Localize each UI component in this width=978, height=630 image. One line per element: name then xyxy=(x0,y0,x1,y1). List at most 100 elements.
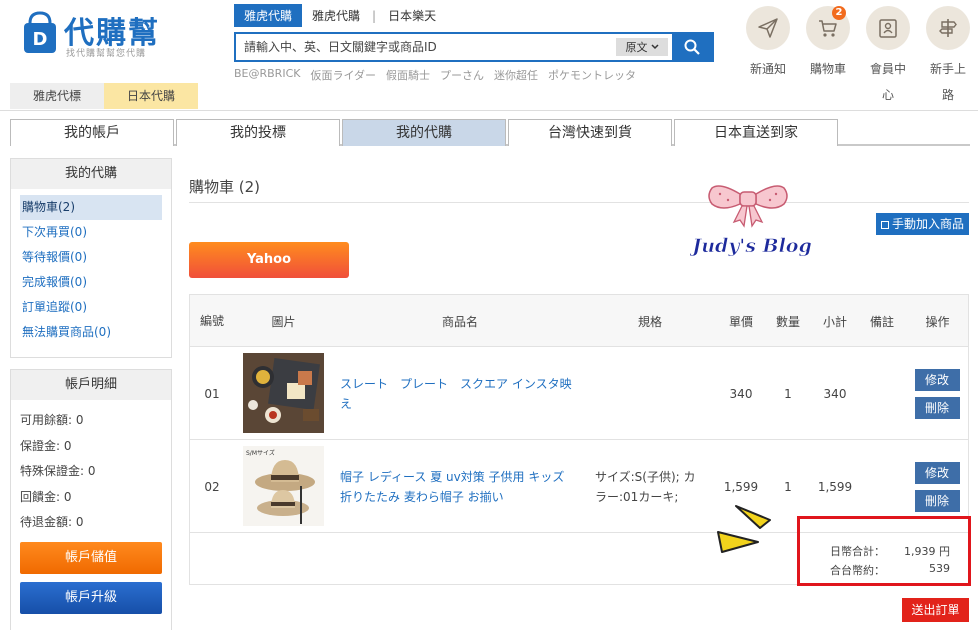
account-special-deposit: 特殊保證金: 0 xyxy=(20,464,96,478)
col-header-number: 編號 xyxy=(199,314,224,328)
tab-my-proxy[interactable]: 我的代購 xyxy=(342,119,506,146)
col-header-image: 圖片 xyxy=(271,314,296,329)
site-tab-japan-proxy[interactable]: 日本代購 xyxy=(104,83,198,109)
signpost-icon xyxy=(939,19,957,37)
search-input[interactable] xyxy=(236,34,616,60)
hot-tag[interactable]: BE@RBRICK xyxy=(234,67,300,83)
sidebar-item-quoted[interactable]: 完成報價(0) xyxy=(20,270,162,295)
highlight-spark-marks xyxy=(717,505,771,553)
site-logo[interactable]: D 代購幫 找代購幫幫您代購 xyxy=(22,8,172,60)
quantity: 1 xyxy=(784,386,792,401)
account-rebate: 回饋金: 0 xyxy=(20,489,72,504)
hot-tag[interactable]: 仮面ライダー xyxy=(310,67,376,83)
product-spec xyxy=(595,347,707,440)
svg-text:D: D xyxy=(33,29,48,50)
search-button[interactable] xyxy=(672,34,712,60)
account-buttons: 帳戶儲值 帳戶升級 xyxy=(11,541,171,614)
hot-search-tags: BE@RBRICK 仮面ライダー 假面騎士 プーさん 迷你超任 ポケモントレッタ xyxy=(234,67,636,83)
upgrade-account-button[interactable]: 帳戶升級 xyxy=(20,581,162,614)
hot-tag[interactable]: ポケモントレッタ xyxy=(548,67,636,83)
product-name-link[interactable]: スレート プレート スクエア インスタ映え xyxy=(340,374,580,414)
notifications-link[interactable]: 新通知 xyxy=(738,6,798,108)
delete-button[interactable]: 刪除 xyxy=(914,489,960,512)
chevron-down-icon xyxy=(650,44,659,50)
account-pending-refund: 待退金額: 0 xyxy=(20,515,84,529)
col-header-subtotal: 小計 xyxy=(822,314,847,329)
member-circle xyxy=(866,6,910,50)
search-tab-separator: | xyxy=(372,8,377,23)
tab-taiwan-fast[interactable]: 台灣快速到貨 xyxy=(508,119,672,146)
member-center-label: 會員中心 xyxy=(869,62,906,102)
row-number: 02 xyxy=(204,479,220,494)
deposit-button[interactable]: 帳戶儲值 xyxy=(20,541,162,574)
store-tab-yahoo[interactable]: Yahoo xyxy=(189,242,349,278)
tab-my-bids[interactable]: 我的投標 xyxy=(176,119,340,146)
notifications-label: 新通知 xyxy=(749,62,786,76)
guide-circle xyxy=(926,6,970,50)
search-tab-rakuten[interactable]: 日本樂天 xyxy=(378,4,446,27)
header-divider xyxy=(0,110,978,111)
sidebar-section-title: 帳戶明細 xyxy=(11,370,171,400)
main-nav: 我的帳戶 我的投標 我的代購 台灣快速到貨 日本直送到家 xyxy=(10,119,970,146)
checkbox-icon xyxy=(880,220,889,229)
hot-tag[interactable]: 迷你超任 xyxy=(494,67,538,83)
sidebar-item-buy-later[interactable]: 下次再買(0) xyxy=(20,220,162,245)
col-header-actions: 操作 xyxy=(925,314,950,329)
member-center-link[interactable]: 會員中心 xyxy=(858,6,918,108)
hot-tag[interactable]: 假面騎士 xyxy=(386,67,430,83)
search-tabs: 雅虎代購 雅虎代購 | 日本樂天 xyxy=(234,4,446,27)
submit-order-button[interactable]: 送出訂單 xyxy=(902,598,969,622)
manual-add-label: 手動加入商品 xyxy=(891,217,964,231)
sidebar-item-awaiting-quote[interactable]: 等待報價(0) xyxy=(20,245,162,270)
tab-my-account[interactable]: 我的帳戶 xyxy=(10,119,174,146)
title-divider xyxy=(189,202,969,203)
product-image-straw-hat[interactable]: S/Mサイズ xyxy=(243,446,324,526)
cart-label: 購物車 xyxy=(809,62,846,76)
sidebar-item-cart[interactable]: 購物車(2) xyxy=(20,195,162,220)
sidebar-item-unavailable[interactable]: 無法購買商品(0) xyxy=(20,320,162,345)
edit-button[interactable]: 修改 xyxy=(914,368,960,391)
unit-price: 340 xyxy=(729,386,753,401)
account-deposit: 保證金: 0 xyxy=(20,438,72,453)
language-select[interactable]: 原文 xyxy=(616,38,668,56)
member-card-icon xyxy=(879,19,897,38)
table-header-row: 編號 圖片 商品名 規格 單價 數量 小計 備註 操作 xyxy=(190,295,968,347)
sidebar-list: 購物車(2) 下次再買(0) 等待報價(0) 完成報價(0) 訂單追蹤(0) 無… xyxy=(11,189,171,353)
cart-link[interactable]: 2 購物車 xyxy=(798,6,858,108)
manual-add-item-button[interactable]: 手動加入商品 xyxy=(876,213,969,235)
page-title: 購物車 (2) xyxy=(189,178,261,196)
tab-japan-direct[interactable]: 日本直送到家 xyxy=(674,119,838,146)
sidebar-account-details: 帳戶明細 可用餘額: 0 保證金: 0 特殊保證金: 0 回饋金: 0 待退金額… xyxy=(10,369,172,630)
search-icon xyxy=(684,39,700,55)
subtotal: 340 xyxy=(823,386,847,401)
col-header-spec: 規格 xyxy=(637,314,662,329)
site-tab-yahoo-auction[interactable]: 雅虎代標 xyxy=(10,83,104,109)
note xyxy=(862,347,902,440)
totals-highlight-box xyxy=(797,516,971,586)
thumb-size-caption: S/Mサイズ xyxy=(246,449,275,457)
delete-button[interactable]: 刪除 xyxy=(914,396,960,419)
header-icon-bar: 新通知 2 購物車 會員中心 新手上路 xyxy=(738,6,978,108)
col-header-quantity: 數量 xyxy=(775,314,800,329)
sidebar-my-proxy: 我的代購 購物車(2) 下次再買(0) 等待報價(0) 完成報價(0) 訂單追蹤… xyxy=(10,158,172,358)
search-tab-yahoo-purchase[interactable]: 雅虎代購 xyxy=(302,4,370,27)
beginner-guide-link[interactable]: 新手上路 xyxy=(918,6,978,108)
product-name-cell: スレート プレート スクエア インスタ映え xyxy=(340,347,580,440)
cart-icon xyxy=(819,20,837,37)
row-actions: 修改 刪除 xyxy=(914,347,960,440)
blog-watermark-text: Judy's Blog xyxy=(690,235,812,257)
edit-button[interactable]: 修改 xyxy=(914,461,960,484)
col-header-product-name: 商品名 xyxy=(441,314,478,329)
account-list: 可用餘額: 0 保證金: 0 特殊保證金: 0 回饋金: 0 待退金額: 0 xyxy=(11,400,171,536)
blog-watermark: Judy's Blog xyxy=(690,185,812,257)
search-tab-yahoo-proxy[interactable]: 雅虎代購 xyxy=(234,4,303,27)
paper-plane-icon xyxy=(758,18,778,38)
cart-count-badge: 2 xyxy=(832,6,846,20)
hot-tag[interactable]: プーさん xyxy=(440,67,484,83)
sidebar-item-order-tracking[interactable]: 訂單追蹤(0) xyxy=(20,295,162,320)
beginner-guide-label: 新手上路 xyxy=(929,62,966,102)
notification-circle xyxy=(746,6,790,50)
site-tabs: 雅虎代標 日本代購 xyxy=(10,83,198,109)
product-name-link[interactable]: 帽子 レディース 夏 uv対策 子供用 キッズ 折りたたみ 麦わら帽子 お揃い xyxy=(340,467,580,507)
product-image-slate-plate[interactable] xyxy=(243,353,324,433)
